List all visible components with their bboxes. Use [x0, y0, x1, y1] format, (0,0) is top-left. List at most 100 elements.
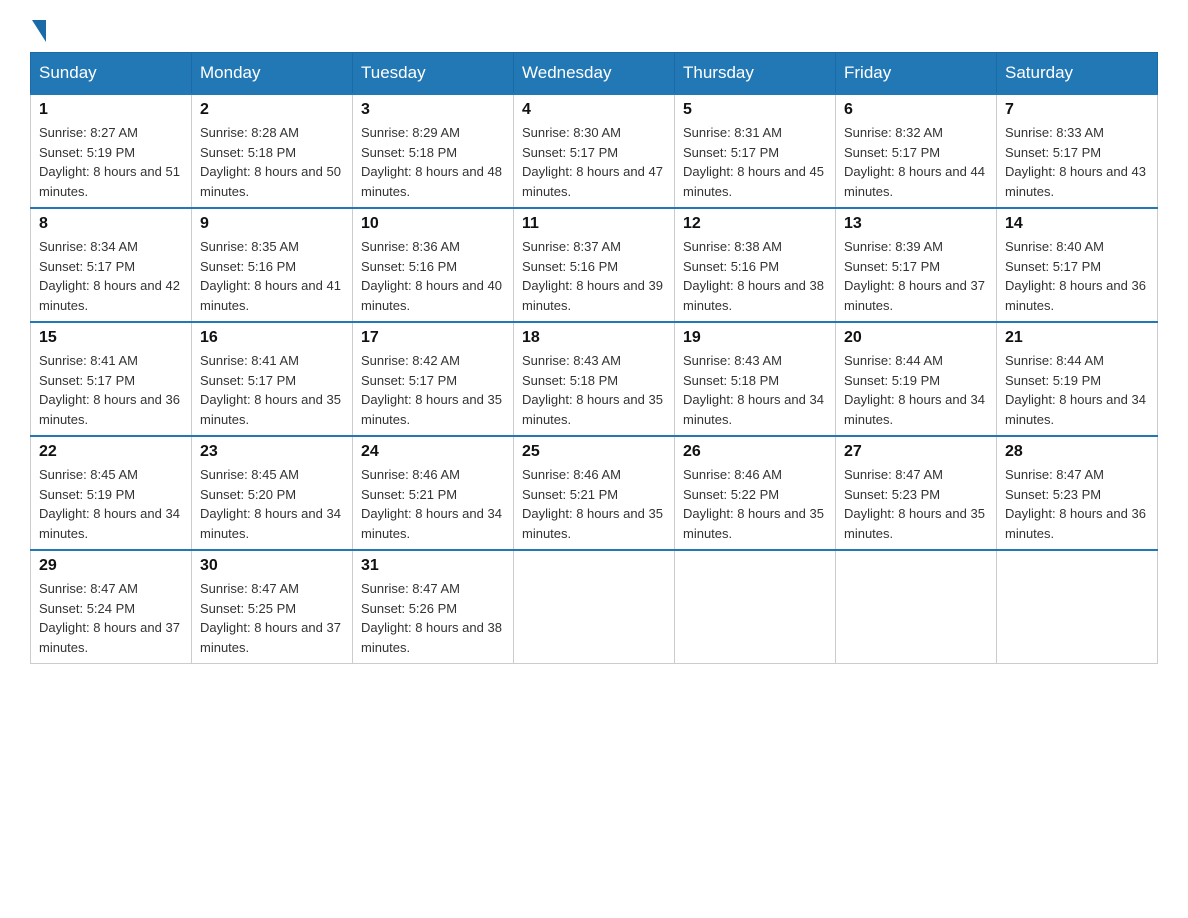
calendar-cell: 13 Sunrise: 8:39 AMSunset: 5:17 PMDaylig… — [836, 208, 997, 322]
day-number: 22 — [39, 443, 183, 461]
calendar-cell — [514, 550, 675, 664]
page-header — [30, 20, 1158, 42]
calendar-cell: 21 Sunrise: 8:44 AMSunset: 5:19 PMDaylig… — [997, 322, 1158, 436]
calendar-cell — [836, 550, 997, 664]
day-info: Sunrise: 8:40 AMSunset: 5:17 PMDaylight:… — [1005, 237, 1149, 315]
calendar-cell: 24 Sunrise: 8:46 AMSunset: 5:21 PMDaylig… — [353, 436, 514, 550]
day-info: Sunrise: 8:46 AMSunset: 5:22 PMDaylight:… — [683, 465, 827, 543]
week-row-1: 1 Sunrise: 8:27 AMSunset: 5:19 PMDayligh… — [31, 94, 1158, 208]
calendar-cell: 15 Sunrise: 8:41 AMSunset: 5:17 PMDaylig… — [31, 322, 192, 436]
calendar-cell: 19 Sunrise: 8:43 AMSunset: 5:18 PMDaylig… — [675, 322, 836, 436]
calendar-cell: 29 Sunrise: 8:47 AMSunset: 5:24 PMDaylig… — [31, 550, 192, 664]
day-number: 2 — [200, 101, 344, 119]
day-number: 29 — [39, 557, 183, 575]
day-number: 4 — [522, 101, 666, 119]
logo-triangle-icon — [32, 20, 46, 42]
day-info: Sunrise: 8:30 AMSunset: 5:17 PMDaylight:… — [522, 123, 666, 201]
week-row-4: 22 Sunrise: 8:45 AMSunset: 5:19 PMDaylig… — [31, 436, 1158, 550]
calendar-cell — [997, 550, 1158, 664]
calendar-cell: 25 Sunrise: 8:46 AMSunset: 5:21 PMDaylig… — [514, 436, 675, 550]
day-info: Sunrise: 8:35 AMSunset: 5:16 PMDaylight:… — [200, 237, 344, 315]
day-info: Sunrise: 8:28 AMSunset: 5:18 PMDaylight:… — [200, 123, 344, 201]
calendar-cell: 6 Sunrise: 8:32 AMSunset: 5:17 PMDayligh… — [836, 94, 997, 208]
header-day-wednesday: Wednesday — [514, 53, 675, 95]
day-number: 11 — [522, 215, 666, 233]
calendar-table: SundayMondayTuesdayWednesdayThursdayFrid… — [30, 52, 1158, 664]
calendar-cell: 3 Sunrise: 8:29 AMSunset: 5:18 PMDayligh… — [353, 94, 514, 208]
calendar-cell: 23 Sunrise: 8:45 AMSunset: 5:20 PMDaylig… — [192, 436, 353, 550]
calendar-cell: 16 Sunrise: 8:41 AMSunset: 5:17 PMDaylig… — [192, 322, 353, 436]
calendar-cell: 8 Sunrise: 8:34 AMSunset: 5:17 PMDayligh… — [31, 208, 192, 322]
calendar-cell: 11 Sunrise: 8:37 AMSunset: 5:16 PMDaylig… — [514, 208, 675, 322]
day-number: 9 — [200, 215, 344, 233]
day-number: 21 — [1005, 329, 1149, 347]
day-number: 31 — [361, 557, 505, 575]
day-info: Sunrise: 8:47 AMSunset: 5:23 PMDaylight:… — [1005, 465, 1149, 543]
day-number: 17 — [361, 329, 505, 347]
day-info: Sunrise: 8:38 AMSunset: 5:16 PMDaylight:… — [683, 237, 827, 315]
calendar-cell: 2 Sunrise: 8:28 AMSunset: 5:18 PMDayligh… — [192, 94, 353, 208]
day-number: 28 — [1005, 443, 1149, 461]
day-info: Sunrise: 8:32 AMSunset: 5:17 PMDaylight:… — [844, 123, 988, 201]
calendar-cell — [675, 550, 836, 664]
day-number: 26 — [683, 443, 827, 461]
day-info: Sunrise: 8:41 AMSunset: 5:17 PMDaylight:… — [200, 351, 344, 429]
calendar-body: 1 Sunrise: 8:27 AMSunset: 5:19 PMDayligh… — [31, 94, 1158, 664]
day-number: 19 — [683, 329, 827, 347]
day-number: 30 — [200, 557, 344, 575]
day-number: 15 — [39, 329, 183, 347]
day-number: 3 — [361, 101, 505, 119]
day-info: Sunrise: 8:42 AMSunset: 5:17 PMDaylight:… — [361, 351, 505, 429]
day-number: 10 — [361, 215, 505, 233]
week-row-2: 8 Sunrise: 8:34 AMSunset: 5:17 PMDayligh… — [31, 208, 1158, 322]
calendar-cell: 28 Sunrise: 8:47 AMSunset: 5:23 PMDaylig… — [997, 436, 1158, 550]
header-day-sunday: Sunday — [31, 53, 192, 95]
calendar-header: SundayMondayTuesdayWednesdayThursdayFrid… — [31, 53, 1158, 95]
day-number: 12 — [683, 215, 827, 233]
day-number: 13 — [844, 215, 988, 233]
day-info: Sunrise: 8:43 AMSunset: 5:18 PMDaylight:… — [522, 351, 666, 429]
day-info: Sunrise: 8:46 AMSunset: 5:21 PMDaylight:… — [361, 465, 505, 543]
day-info: Sunrise: 8:44 AMSunset: 5:19 PMDaylight:… — [844, 351, 988, 429]
day-info: Sunrise: 8:47 AMSunset: 5:24 PMDaylight:… — [39, 579, 183, 657]
calendar-cell: 10 Sunrise: 8:36 AMSunset: 5:16 PMDaylig… — [353, 208, 514, 322]
day-info: Sunrise: 8:47 AMSunset: 5:25 PMDaylight:… — [200, 579, 344, 657]
day-info: Sunrise: 8:43 AMSunset: 5:18 PMDaylight:… — [683, 351, 827, 429]
calendar-cell: 12 Sunrise: 8:38 AMSunset: 5:16 PMDaylig… — [675, 208, 836, 322]
header-row: SundayMondayTuesdayWednesdayThursdayFrid… — [31, 53, 1158, 95]
day-info: Sunrise: 8:44 AMSunset: 5:19 PMDaylight:… — [1005, 351, 1149, 429]
day-number: 1 — [39, 101, 183, 119]
day-info: Sunrise: 8:34 AMSunset: 5:17 PMDaylight:… — [39, 237, 183, 315]
day-info: Sunrise: 8:27 AMSunset: 5:19 PMDaylight:… — [39, 123, 183, 201]
calendar-cell: 20 Sunrise: 8:44 AMSunset: 5:19 PMDaylig… — [836, 322, 997, 436]
day-info: Sunrise: 8:45 AMSunset: 5:20 PMDaylight:… — [200, 465, 344, 543]
calendar-cell: 27 Sunrise: 8:47 AMSunset: 5:23 PMDaylig… — [836, 436, 997, 550]
day-info: Sunrise: 8:41 AMSunset: 5:17 PMDaylight:… — [39, 351, 183, 429]
calendar-cell: 9 Sunrise: 8:35 AMSunset: 5:16 PMDayligh… — [192, 208, 353, 322]
day-info: Sunrise: 8:45 AMSunset: 5:19 PMDaylight:… — [39, 465, 183, 543]
calendar-cell: 18 Sunrise: 8:43 AMSunset: 5:18 PMDaylig… — [514, 322, 675, 436]
day-number: 18 — [522, 329, 666, 347]
day-number: 27 — [844, 443, 988, 461]
calendar-cell: 14 Sunrise: 8:40 AMSunset: 5:17 PMDaylig… — [997, 208, 1158, 322]
calendar-cell: 31 Sunrise: 8:47 AMSunset: 5:26 PMDaylig… — [353, 550, 514, 664]
day-number: 24 — [361, 443, 505, 461]
day-number: 8 — [39, 215, 183, 233]
day-number: 25 — [522, 443, 666, 461]
day-info: Sunrise: 8:29 AMSunset: 5:18 PMDaylight:… — [361, 123, 505, 201]
day-number: 23 — [200, 443, 344, 461]
calendar-cell: 22 Sunrise: 8:45 AMSunset: 5:19 PMDaylig… — [31, 436, 192, 550]
calendar-cell: 1 Sunrise: 8:27 AMSunset: 5:19 PMDayligh… — [31, 94, 192, 208]
header-day-tuesday: Tuesday — [353, 53, 514, 95]
day-info: Sunrise: 8:37 AMSunset: 5:16 PMDaylight:… — [522, 237, 666, 315]
day-info: Sunrise: 8:46 AMSunset: 5:21 PMDaylight:… — [522, 465, 666, 543]
day-number: 7 — [1005, 101, 1149, 119]
logo — [30, 20, 46, 42]
day-info: Sunrise: 8:36 AMSunset: 5:16 PMDaylight:… — [361, 237, 505, 315]
header-day-friday: Friday — [836, 53, 997, 95]
day-number: 20 — [844, 329, 988, 347]
day-info: Sunrise: 8:39 AMSunset: 5:17 PMDaylight:… — [844, 237, 988, 315]
day-number: 16 — [200, 329, 344, 347]
header-day-thursday: Thursday — [675, 53, 836, 95]
header-day-monday: Monday — [192, 53, 353, 95]
